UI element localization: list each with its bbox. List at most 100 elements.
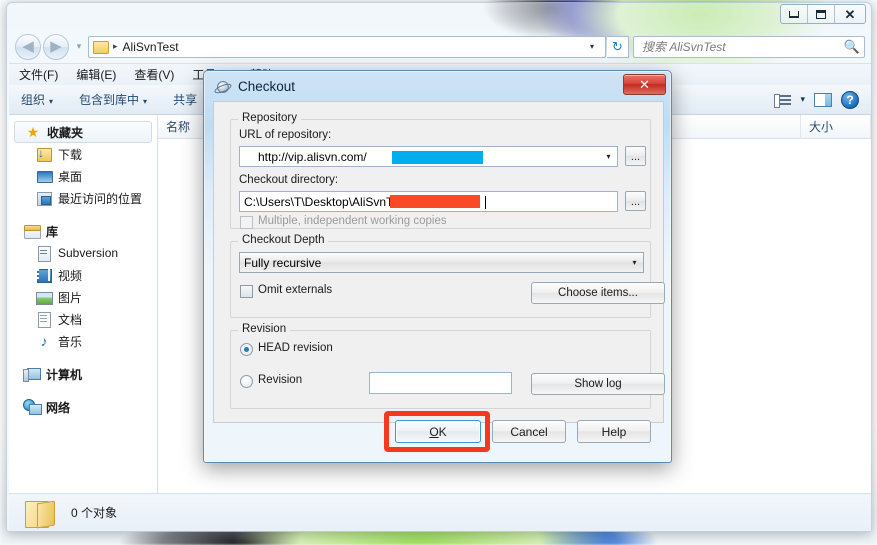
- sidebar-item-label: 音乐: [58, 334, 83, 349]
- ok-rest: K: [438, 424, 447, 439]
- column-header-size[interactable]: 大小: [801, 114, 871, 139]
- url-label: URL of repository:: [239, 129, 332, 141]
- help-button[interactable]: Help: [577, 420, 651, 443]
- chevron-down-icon[interactable]: ▾: [800, 94, 805, 105]
- dialog-close-button[interactable]: ✕: [623, 74, 666, 95]
- tortoisesvn-icon: [214, 78, 231, 94]
- cancel-button[interactable]: Cancel: [492, 420, 566, 443]
- choose-items-button[interactable]: Choose items...: [531, 282, 665, 304]
- dialog-title: Checkout: [238, 78, 296, 94]
- breadcrumb[interactable]: ▸ AliSvnTest ▾: [88, 35, 606, 58]
- column-header-type[interactable]: [671, 114, 801, 139]
- video-library-icon: [35, 267, 53, 283]
- address-bar-row: ◀ ▶ ▾ ▸ AliSvnTest ▾ ↻ 搜索 AliSvnTest 🔍: [7, 31, 873, 62]
- chevron-down-icon[interactable]: ▾: [600, 152, 617, 161]
- ok-button[interactable]: OK: [395, 420, 481, 443]
- close-icon: ✕: [639, 76, 650, 92]
- ok-accesskey: O: [429, 424, 439, 439]
- chevron-down-icon[interactable]: ▾: [626, 258, 643, 267]
- breadcrumb-current-folder[interactable]: AliSvnTest: [123, 40, 179, 54]
- directory-browse-button[interactable]: ...: [625, 191, 646, 211]
- sidebar-item-subversion[interactable]: Subversion: [9, 242, 157, 264]
- back-button[interactable]: ◀: [15, 33, 41, 60]
- dialog-body: Repository URL of repository: http://vip…: [213, 101, 665, 423]
- toolbar-organize[interactable]: 组织 ▾: [21, 91, 53, 108]
- sidebar-item-favorites[interactable]: ★ 收藏夹: [14, 121, 152, 143]
- menu-edit[interactable]: 编辑(E): [76, 66, 116, 83]
- close-button[interactable]: ✕: [835, 5, 865, 23]
- url-value: http://vip.alisvn.com/: [258, 149, 367, 164]
- omit-externals-label: Omit externals: [258, 284, 333, 296]
- sidebar-item-label: 下载: [58, 147, 83, 162]
- sidebar-item-downloads[interactable]: 下载: [9, 143, 157, 165]
- revision-radio[interactable]: [240, 375, 253, 388]
- folder-icon: [23, 499, 57, 528]
- sidebar-item-label: 桌面: [58, 169, 83, 184]
- maximize-button[interactable]: [808, 5, 835, 23]
- status-bar: 0 个对象: [9, 493, 871, 531]
- sidebar-item-desktop[interactable]: 桌面: [9, 165, 157, 187]
- show-log-button[interactable]: Show log: [531, 373, 665, 395]
- sidebar-item-pictures[interactable]: 图片: [9, 286, 157, 308]
- dialog-title-bar: Checkout ✕: [204, 71, 671, 101]
- search-placeholder: 搜索 AliSvnTest: [642, 40, 726, 54]
- multiple-working-copies-checkbox: [240, 216, 253, 229]
- recent-locations-button[interactable]: ▾: [72, 41, 86, 52]
- sidebar-item-libraries[interactable]: 库: [9, 220, 157, 242]
- sidebar-item-documents[interactable]: 文档: [9, 308, 157, 330]
- star-icon: ★: [26, 124, 40, 140]
- refresh-icon: ↻: [612, 38, 623, 54]
- forward-button[interactable]: ▶: [43, 33, 69, 60]
- sidebar-item-label: 收藏夹: [47, 125, 84, 140]
- toolbar-share[interactable]: 共享: [173, 91, 197, 108]
- explorer-title-bar: ✕: [7, 3, 873, 29]
- menu-view[interactable]: 查看(V): [134, 66, 174, 83]
- close-icon: ✕: [844, 6, 856, 22]
- refresh-button[interactable]: ↻: [607, 35, 629, 58]
- computer-icon: [23, 366, 41, 382]
- menu-file[interactable]: 文件(F): [19, 66, 58, 83]
- checkout-depth-select[interactable]: Fully recursive ▾: [239, 252, 644, 273]
- omit-externals-checkbox[interactable]: [240, 285, 253, 298]
- url-browse-button[interactable]: ...: [625, 146, 646, 166]
- revision-number-input[interactable]: [369, 372, 512, 394]
- help-icon[interactable]: ?: [841, 90, 859, 109]
- minimize-button[interactable]: [781, 5, 808, 23]
- checkout-directory-label: Checkout directory:: [239, 174, 339, 186]
- toolbar-share-label: 共享: [173, 93, 198, 107]
- view-options-icon[interactable]: [774, 93, 792, 108]
- library-icon: [23, 223, 41, 239]
- sidebar-item-label: 计算机: [46, 367, 83, 382]
- sidebar-item-recent-places[interactable]: 最近访问的位置: [9, 187, 157, 209]
- chevron-down-icon: ▾: [143, 97, 148, 106]
- url-of-repository-input[interactable]: http://vip.alisvn.com/ ▾: [239, 146, 618, 167]
- search-input[interactable]: 搜索 AliSvnTest 🔍: [633, 35, 865, 58]
- toolbar-organize-label: 组织: [21, 93, 46, 107]
- toolbar-include-in-library[interactable]: 包含到库中 ▾: [79, 91, 147, 108]
- preview-pane-icon[interactable]: [814, 92, 832, 107]
- address-dropdown-icon[interactable]: ▾: [583, 37, 601, 57]
- sidebar-item-videos[interactable]: 视频: [9, 264, 157, 286]
- url-redaction-overlay: [392, 151, 483, 164]
- documents-library-icon: [35, 311, 53, 328]
- toolbar-include-label: 包含到库中: [79, 93, 140, 107]
- checkout-directory-input[interactable]: C:\Users\T\Desktop\AliSvnTest\tes: [239, 191, 618, 212]
- checkout-depth-group-title: Checkout Depth: [238, 234, 329, 246]
- breadcrumb-separator-icon: ▸: [113, 41, 118, 51]
- head-revision-radio[interactable]: [240, 343, 253, 356]
- desktop-icon: [35, 168, 53, 184]
- sidebar-item-computer[interactable]: 计算机: [9, 363, 157, 385]
- sidebar-item-label: 文档: [58, 312, 83, 327]
- sidebar-item-music[interactable]: ♪ 音乐: [9, 330, 157, 352]
- navigation-pane: ★ 收藏夹 下载 桌面 最近访问的位置 库 Subver: [9, 115, 158, 493]
- checkout-depth-value: Fully recursive: [244, 255, 322, 270]
- sidebar-item-label: 网络: [46, 400, 71, 415]
- directory-redaction-overlay: [390, 195, 480, 208]
- network-icon: [23, 399, 42, 415]
- sidebar-item-network[interactable]: 网络: [9, 396, 157, 418]
- music-library-icon: ♪: [40, 333, 48, 349]
- recent-places-icon: [35, 190, 53, 206]
